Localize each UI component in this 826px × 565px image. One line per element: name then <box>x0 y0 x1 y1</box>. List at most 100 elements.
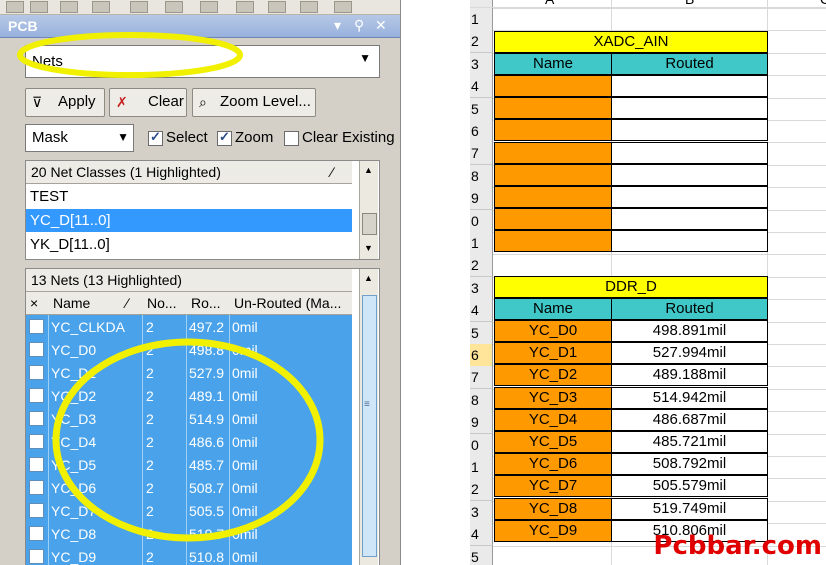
xadc-name-cell[interactable] <box>494 75 612 97</box>
xadc-routed-cell[interactable] <box>611 230 768 253</box>
row-header[interactable]: 3 <box>470 500 493 524</box>
zoom-level-button[interactable]: ⌕ Zoom Level... <box>192 88 316 117</box>
ddr-routed-cell[interactable]: 527.994mil <box>611 342 768 365</box>
ddr-routed-cell[interactable]: 498.891mil <box>611 320 768 342</box>
row-header[interactable]: 0 <box>470 433 493 457</box>
table-row[interactable]: YC_D2 2 489.1 0mil <box>26 384 352 408</box>
row-header[interactable]: 9 <box>470 187 493 211</box>
ddr-routed-header[interactable]: Routed <box>611 298 768 320</box>
ddr-routed-cell[interactable]: 485.721mil <box>611 431 768 453</box>
xadc-title-cell[interactable]: XADC_AIN <box>494 31 768 53</box>
ddr-routed-cell[interactable]: 508.792mil <box>611 453 768 476</box>
row-checkbox[interactable] <box>29 549 44 564</box>
panel-menu-icon[interactable]: ▾ <box>334 17 341 34</box>
xadc-routed-cell[interactable] <box>611 97 768 120</box>
table-row[interactable]: YC_D8 2 519.7 0mil <box>26 522 352 546</box>
column-header-b[interactable]: B <box>685 0 694 7</box>
toolbar-icon[interactable] <box>300 1 318 13</box>
ddr-routed-cell[interactable]: 486.687mil <box>611 408 768 431</box>
row-header[interactable]: 7 <box>470 142 493 166</box>
ddr-name-cell[interactable]: YC_D4 <box>494 408 612 431</box>
row-checkbox[interactable] <box>29 319 44 334</box>
toolbar-icon[interactable] <box>334 1 352 13</box>
row-header[interactable]: 4 <box>470 75 493 99</box>
column-header-a[interactable]: A <box>545 0 554 7</box>
xadc-name-cell[interactable] <box>494 163 612 186</box>
row-header[interactable]: 5 <box>470 545 493 565</box>
row-checkbox[interactable] <box>29 365 44 380</box>
ddr-name-header[interactable]: Name <box>494 298 612 320</box>
xadc-name-cell[interactable] <box>494 186 612 208</box>
row-header[interactable]: 5 <box>470 321 493 345</box>
ddr-routed-cell[interactable]: 519.749mil <box>611 497 768 520</box>
column-header-unrouted[interactable]: Un-Routed (Ma... <box>234 295 341 311</box>
table-row[interactable]: YC_CLKDA 2 497.2 0mil <box>26 315 352 339</box>
apply-button[interactable]: ⊽ Apply <box>25 88 105 117</box>
ddr-name-cell[interactable]: YC_D3 <box>494 386 612 409</box>
ddr-routed-cell[interactable]: 514.942mil <box>611 386 768 409</box>
xadc-name-header[interactable]: Name <box>494 53 612 75</box>
scroll-thumb[interactable] <box>362 213 377 235</box>
xadc-routed-cell[interactable] <box>611 75 768 97</box>
row-checkbox[interactable] <box>29 388 44 403</box>
ddr-name-cell[interactable]: YC_D6 <box>494 453 612 476</box>
row-header[interactable]: 3 <box>470 276 493 300</box>
ddr-name-cell[interactable]: YC_D0 <box>494 320 612 342</box>
table-row[interactable]: YC_D1 2 527.9 0mil <box>26 361 352 385</box>
row-header[interactable]: 9 <box>470 411 493 435</box>
xadc-routed-cell[interactable] <box>611 141 768 164</box>
xadc-routed-header[interactable]: Routed <box>611 53 768 75</box>
ddr-name-cell[interactable]: YC_D9 <box>494 519 612 542</box>
xadc-name-cell[interactable] <box>494 141 612 164</box>
clear-existing-checkbox[interactable] <box>284 131 299 146</box>
row-header[interactable]: 2 <box>470 478 493 502</box>
xadc-routed-cell[interactable] <box>611 119 768 142</box>
table-row[interactable]: YC_D5 2 485.7 0mil <box>26 453 352 477</box>
toolbar-icon[interactable] <box>6 1 24 13</box>
row-header[interactable]: 2 <box>470 30 493 54</box>
xadc-name-cell[interactable] <box>494 208 612 231</box>
row-checkbox[interactable] <box>29 503 44 518</box>
list-item[interactable]: TEST <box>26 185 352 208</box>
row-checkbox[interactable] <box>29 411 44 426</box>
row-checkbox[interactable] <box>29 434 44 449</box>
scroll-thumb[interactable] <box>362 295 377 557</box>
toolbar-icon[interactable] <box>30 1 48 13</box>
xadc-name-cell[interactable] <box>494 230 612 253</box>
ddr-title-cell[interactable]: DDR_D <box>494 276 768 298</box>
row-header[interactable]: 8 <box>470 388 493 412</box>
list-item-selected[interactable]: YC_D[11..0] <box>26 209 352 232</box>
row-header[interactable]: 1 <box>470 8 493 31</box>
net-classes-scrollbar[interactable]: ▲ ▼ <box>359 161 378 259</box>
ddr-name-cell[interactable]: YC_D5 <box>494 431 612 453</box>
column-header-c[interactable]: C <box>820 0 826 7</box>
toolbar-icon[interactable] <box>165 1 183 13</box>
row-checkbox[interactable] <box>29 526 44 541</box>
xadc-routed-cell[interactable] <box>611 208 768 231</box>
table-row[interactable]: YC_D0 2 498.8 0mil <box>26 338 352 362</box>
ddr-name-cell[interactable]: YC_D2 <box>494 364 612 387</box>
column-header-routed[interactable]: Ro... <box>191 295 221 311</box>
table-row[interactable]: YC_D3 2 514.9 0mil <box>26 407 352 431</box>
mask-combo[interactable]: Mask ▼ <box>25 124 134 152</box>
table-row[interactable]: YC_D4 2 486.6 0mil <box>26 430 352 454</box>
table-row[interactable]: YC_D6 2 508.7 0mil <box>26 476 352 500</box>
scroll-down-icon[interactable]: ▼ <box>364 243 373 253</box>
row-header[interactable]: 4 <box>470 523 493 547</box>
select-checkbox[interactable] <box>148 129 163 146</box>
row-header[interactable]: 0 <box>470 209 493 233</box>
column-header-name[interactable]: Name <box>53 295 90 311</box>
ddr-routed-cell[interactable]: 505.579mil <box>611 475 768 498</box>
row-header[interactable]: 6 <box>470 344 493 367</box>
row-header[interactable]: 5 <box>470 97 493 121</box>
mode-combo[interactable]: Nets ▼ <box>25 45 380 78</box>
ddr-name-cell[interactable]: YC_D7 <box>494 475 612 498</box>
row-header[interactable]: 7 <box>470 366 493 390</box>
toolbar-icon[interactable] <box>268 1 286 13</box>
list-item[interactable]: YK_D[11..0] <box>26 233 352 256</box>
xadc-routed-cell[interactable] <box>611 163 768 186</box>
row-checkbox[interactable] <box>29 457 44 472</box>
xadc-name-cell[interactable] <box>494 97 612 120</box>
xadc-name-cell[interactable] <box>494 119 612 142</box>
toolbar-icon[interactable] <box>92 1 110 13</box>
